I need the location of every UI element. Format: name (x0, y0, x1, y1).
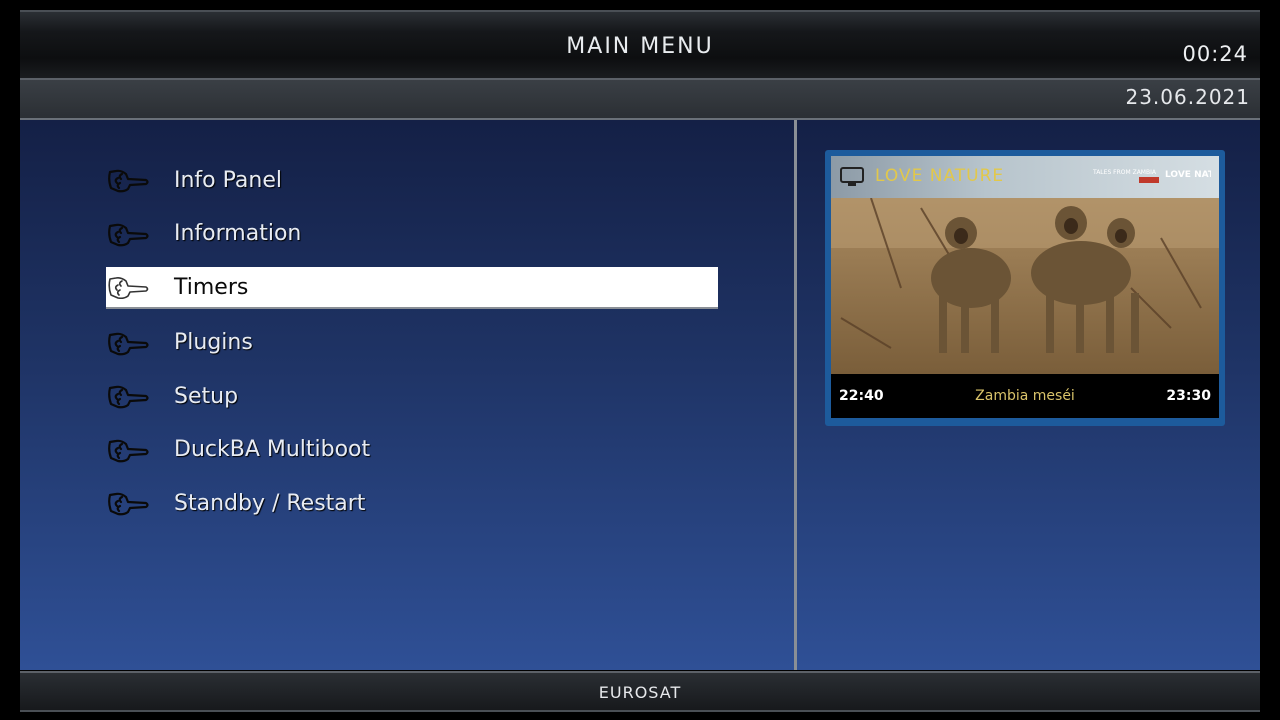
pointing-hand-icon (108, 385, 149, 409)
menu-item-label: Standby / Restart (174, 490, 366, 516)
menu-item-duckba-multiboot[interactable]: DuckBA Multiboot (106, 430, 718, 470)
menu-item-information[interactable]: Information (106, 214, 718, 254)
pointing-hand-icon (108, 223, 149, 246)
channel-logo: TALES FROM ZAMBIA LOVE NATURE (1092, 169, 1211, 183)
epg-bar: 22:40 Zambia meséi 23:30 (831, 374, 1219, 418)
live-video-thumbnail (831, 198, 1219, 374)
screen-frame: Main Menu 00:24 23.06.2021 Info Panel (20, 10, 1260, 712)
menu-item-label: Setup (174, 383, 239, 409)
menu-item-label: DuckBA Multiboot (174, 437, 371, 462)
panel-divider (794, 120, 797, 670)
svg-text:TALES FROM ZAMBIA: TALES FROM ZAMBIA (1092, 169, 1157, 176)
menu-item-setup[interactable]: Setup (106, 376, 718, 416)
pointing-hand-icon (108, 332, 149, 355)
baboon-scene-image (831, 198, 1219, 374)
pointing-hand-icon (108, 439, 149, 462)
menu-item-label: Information (174, 221, 302, 246)
epg-end-time: 23:30 (1166, 388, 1211, 404)
tv-icon (840, 167, 864, 186)
epg-program-title: Zambia meséi (975, 388, 1075, 404)
page-title: Main Menu (566, 34, 714, 59)
bottom-bar: EUROSAT (20, 671, 1260, 712)
channel-name: LOVE NATURE (875, 166, 1005, 186)
menu-item-timers[interactable]: Timers (106, 267, 718, 309)
brand-label: EUROSAT (598, 683, 682, 702)
svg-text:LOVE NATURE: LOVE NATURE (1165, 170, 1211, 180)
menu-item-standby-restart[interactable]: Standby / Restart (106, 483, 718, 523)
main-panel: Info Panel Information Timers Plugins Se… (20, 120, 1260, 670)
menu-item-plugins[interactable]: Plugins (106, 323, 718, 363)
clock: 00:24 (1182, 42, 1248, 66)
menu-item-label: Info Panel (174, 167, 282, 193)
tv-preview-panel: LOVE NATURE TALES FROM ZAMBIA LOVE NATUR… (825, 150, 1225, 426)
pointing-hand-icon (108, 277, 149, 300)
top-bar: Main Menu 00:24 (20, 10, 1260, 80)
date-bar: 23.06.2021 (20, 80, 1260, 120)
channel-banner: LOVE NATURE TALES FROM ZAMBIA LOVE NATUR… (831, 156, 1219, 198)
menu-item-label: Timers (174, 274, 249, 300)
menu-item-info-panel[interactable]: Info Panel (106, 160, 718, 200)
date: 23.06.2021 (1125, 85, 1250, 109)
main-menu-list: Info Panel Information Timers Plugins Se… (106, 160, 718, 537)
menu-item-label: Plugins (174, 330, 253, 355)
pointing-hand-icon (108, 492, 149, 516)
pointing-hand-icon (108, 169, 149, 193)
